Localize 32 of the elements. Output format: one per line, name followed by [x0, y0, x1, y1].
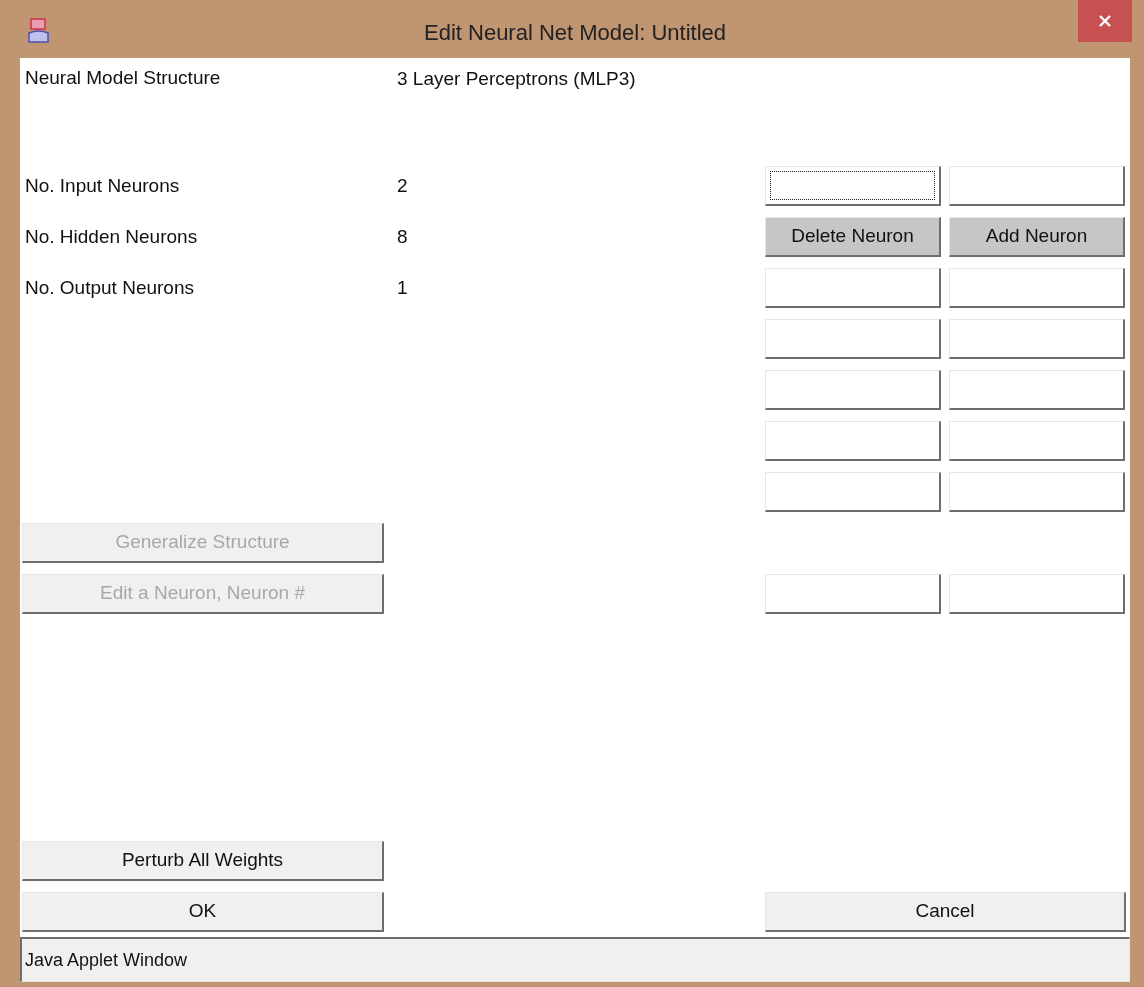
input-field[interactable]	[949, 318, 1125, 359]
close-icon	[1098, 14, 1112, 28]
input-field[interactable]	[949, 471, 1125, 512]
input-field[interactable]	[765, 318, 941, 359]
input-field[interactable]	[949, 420, 1125, 461]
window-title: Edit Neural Net Model: Untitled	[423, 20, 727, 46]
field-label: Neural Model Structure	[24, 67, 221, 89]
input-field[interactable]	[765, 165, 941, 206]
input-field[interactable]	[949, 573, 1125, 614]
input-field[interactable]	[765, 471, 941, 512]
input-field[interactable]	[949, 267, 1125, 308]
input-field[interactable]	[949, 369, 1125, 410]
input-field[interactable]	[949, 165, 1125, 206]
field-value: 8	[397, 225, 408, 247]
input-field[interactable]	[765, 267, 941, 308]
input-field[interactable]	[765, 573, 941, 614]
field-label: No. Hidden Neurons	[24, 225, 198, 248]
action-button[interactable]: Perturb All Weights	[22, 840, 384, 881]
cancel-button[interactable]: Cancel	[765, 891, 1126, 932]
status-bar: Java Applet Window	[20, 937, 1130, 982]
field-value: 2	[397, 174, 408, 196]
field-value: 1	[397, 276, 408, 298]
neuron-button[interactable]: Add Neuron	[949, 216, 1125, 257]
input-field[interactable]	[765, 420, 941, 461]
field-label: No. Output Neurons	[24, 276, 194, 299]
field-label: No. Input Neurons	[24, 174, 180, 197]
app-icon	[26, 17, 52, 45]
input-field[interactable]	[765, 369, 941, 410]
field-value: 3 Layer Perceptrons (MLP3)	[397, 68, 636, 89]
neuron-button[interactable]: Delete Neuron	[765, 216, 941, 257]
close-button[interactable]	[1078, 0, 1132, 42]
action-button[interactable]: OK	[22, 891, 384, 932]
